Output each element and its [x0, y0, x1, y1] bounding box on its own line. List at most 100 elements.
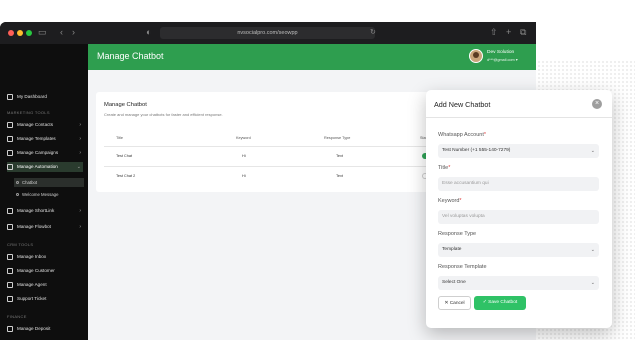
sidebar-subitem-welcome-message[interactable]: Welcome Message — [14, 190, 84, 199]
sidebar-subitem-chatbot[interactable]: Chatbot — [14, 178, 84, 187]
page-title: Manage Chatbot — [97, 51, 164, 61]
dashboard-icon — [7, 93, 13, 100]
campaigns-icon — [7, 149, 13, 156]
chevron-down-icon: ⌄ — [590, 148, 595, 154]
sidebar-item-label: My Dashboard — [17, 94, 47, 99]
sidebar-item-label: Support Ticket — [17, 296, 47, 301]
chevron-down-icon: ⌄ — [590, 280, 595, 286]
sidebar-item-agent[interactable]: Manage Agent — [7, 280, 83, 290]
user-name[interactable]: Dev Solution — [487, 50, 514, 55]
row-keyword: Hi — [242, 154, 246, 158]
avatar[interactable] — [469, 49, 483, 63]
back-icon[interactable]: ‹ — [60, 27, 63, 38]
required-mark: * — [448, 165, 451, 171]
required-mark: * — [459, 198, 462, 204]
section-heading-marketing: MARKETING TOOLS — [7, 110, 50, 115]
column-header-keyword: Keyword — [236, 136, 251, 140]
new-tab-icon[interactable]: + — [506, 27, 511, 38]
keyword-input[interactable]: Vel voluptas volupta — [438, 210, 599, 224]
bullet-icon — [16, 193, 19, 196]
sidebar-item-label: Manage ShortLink — [17, 208, 55, 213]
column-header-title: Title — [116, 136, 124, 140]
sidebar-subitem-label: Welcome Message — [22, 192, 59, 197]
customer-icon — [7, 267, 13, 274]
chevron-down-icon: ⌄ — [590, 247, 595, 253]
agent-icon — [7, 281, 13, 288]
maximize-window-icon[interactable] — [26, 30, 32, 36]
templates-icon — [7, 135, 13, 142]
save-chatbot-button[interactable]: ✓ Save Chatbot — [474, 296, 526, 310]
label-text: Title — [438, 165, 449, 171]
sidebar-item-templates[interactable]: Manage Templates › — [7, 134, 83, 144]
add-chatbot-modal: Add New Chatbot × Whatsapp Account* Test… — [426, 90, 612, 328]
sidebar-item-support-ticket[interactable]: Support Ticket — [7, 294, 83, 304]
response-type-select[interactable]: Template ⌄ — [438, 243, 599, 257]
required-mark: * — [483, 132, 487, 138]
title-label: Title* — [438, 165, 450, 171]
chevron-right-icon: › — [79, 122, 81, 128]
response-type-label: Response Type — [438, 231, 477, 237]
modal-divider — [426, 117, 612, 118]
row-title: Test Chat 2 — [116, 174, 136, 178]
sidebar-item-label: Manage Flowbot — [17, 224, 51, 229]
sidebar-item-campaigns[interactable]: Manage Campaigns › — [7, 148, 83, 158]
user-email[interactable]: d***@gmail.com ▾ — [487, 57, 518, 62]
link-icon — [7, 207, 13, 214]
sidebar-item-flowbot[interactable]: Manage Flowbot › — [7, 222, 83, 232]
whatsapp-account-select[interactable]: Test Number (+1 555-140-7279) ⌄ — [438, 144, 599, 158]
sidebar-toggle-icon[interactable]: ▭ — [38, 27, 47, 38]
sidebar-item-automation[interactable]: Manage Automation ⌄ — [7, 162, 83, 172]
select-value: Select One — [442, 280, 466, 285]
close-window-icon[interactable] — [8, 30, 14, 36]
sidebar-item-contacts[interactable]: Manage Contacts › — [7, 120, 83, 130]
sidebar-item-customer[interactable]: Manage Customer — [7, 266, 83, 276]
page-header: Manage Chatbot Dev Solution d***@gmail.c… — [88, 44, 536, 70]
response-template-label: Response Template — [438, 264, 487, 270]
minimize-window-icon[interactable] — [17, 30, 23, 36]
keyword-label: Keyword* — [438, 198, 462, 204]
sidebar-item-label: Manage Contacts — [17, 122, 54, 127]
sidebar-item-inbox[interactable]: Manage Inbox — [7, 252, 83, 262]
sidebar-item-deposit[interactable]: Manage Deposit — [7, 324, 83, 334]
response-template-select[interactable]: Select One ⌄ — [438, 276, 599, 290]
title-input[interactable]: Esse accusantium qui — [438, 177, 599, 191]
card-subtitle: Create and manage your chatbots for fast… — [104, 112, 223, 117]
share-icon[interactable]: ⇧ — [490, 27, 498, 38]
sidebar-item-dashboard[interactable]: My Dashboard — [7, 92, 83, 102]
row-response-type: Text — [336, 174, 343, 178]
sidebar-item-label: Manage Deposit — [17, 326, 51, 331]
card-title: Manage Chatbot — [104, 102, 147, 108]
screenshot-stage: ▭ ‹ › ◐ nvsocialpro.com/seowpp ↻ ⇧ + ⧉ M… — [0, 0, 635, 340]
column-header-response-type: Response Type — [324, 136, 351, 140]
browser-titlebar: ▭ ‹ › ◐ nvsocialpro.com/seowpp ↻ ⇧ + ⧉ — [0, 22, 536, 44]
modal-title: Add New Chatbot — [434, 100, 491, 109]
sidebar: My Dashboard MARKETING TOOLS Manage Cont… — [0, 44, 88, 340]
chevron-down-icon: ⌄ — [76, 164, 81, 170]
label-text: Whatsapp Account — [438, 132, 484, 138]
reload-icon[interactable]: ↻ — [370, 27, 376, 38]
select-value: Template — [442, 247, 462, 252]
select-value: Test Number (+1 555-140-7279) — [442, 148, 511, 153]
chevron-right-icon: › — [79, 224, 81, 230]
section-heading-finance: FINANCE — [7, 314, 27, 319]
sidebar-item-label: Manage Campaigns — [17, 150, 59, 155]
address-bar[interactable]: nvsocialpro.com/seowpp — [160, 27, 375, 39]
forward-icon[interactable]: › — [72, 27, 75, 38]
tabs-icon[interactable]: ⧉ — [520, 27, 526, 38]
whatsapp-account-label: Whatsapp Account* — [438, 132, 486, 138]
chevron-right-icon: › — [79, 136, 81, 142]
sidebar-item-shortlink[interactable]: Manage ShortLink › — [7, 206, 83, 216]
sidebar-subitem-label: Chatbot — [22, 180, 38, 185]
row-keyword: Hi — [242, 174, 246, 178]
deposit-icon — [7, 325, 13, 332]
inbox-icon — [7, 253, 13, 260]
cancel-button[interactable]: ✕ Cancel — [438, 296, 471, 310]
automation-icon — [7, 163, 13, 170]
chevron-right-icon: › — [79, 150, 81, 156]
row-title: Test Chat — [116, 154, 133, 158]
close-icon[interactable]: × — [592, 99, 602, 109]
ticket-icon — [7, 295, 13, 302]
label-text: Keyword — [438, 198, 460, 204]
contacts-icon — [7, 121, 13, 128]
section-heading-crm: CRM TOOLS — [7, 242, 34, 247]
